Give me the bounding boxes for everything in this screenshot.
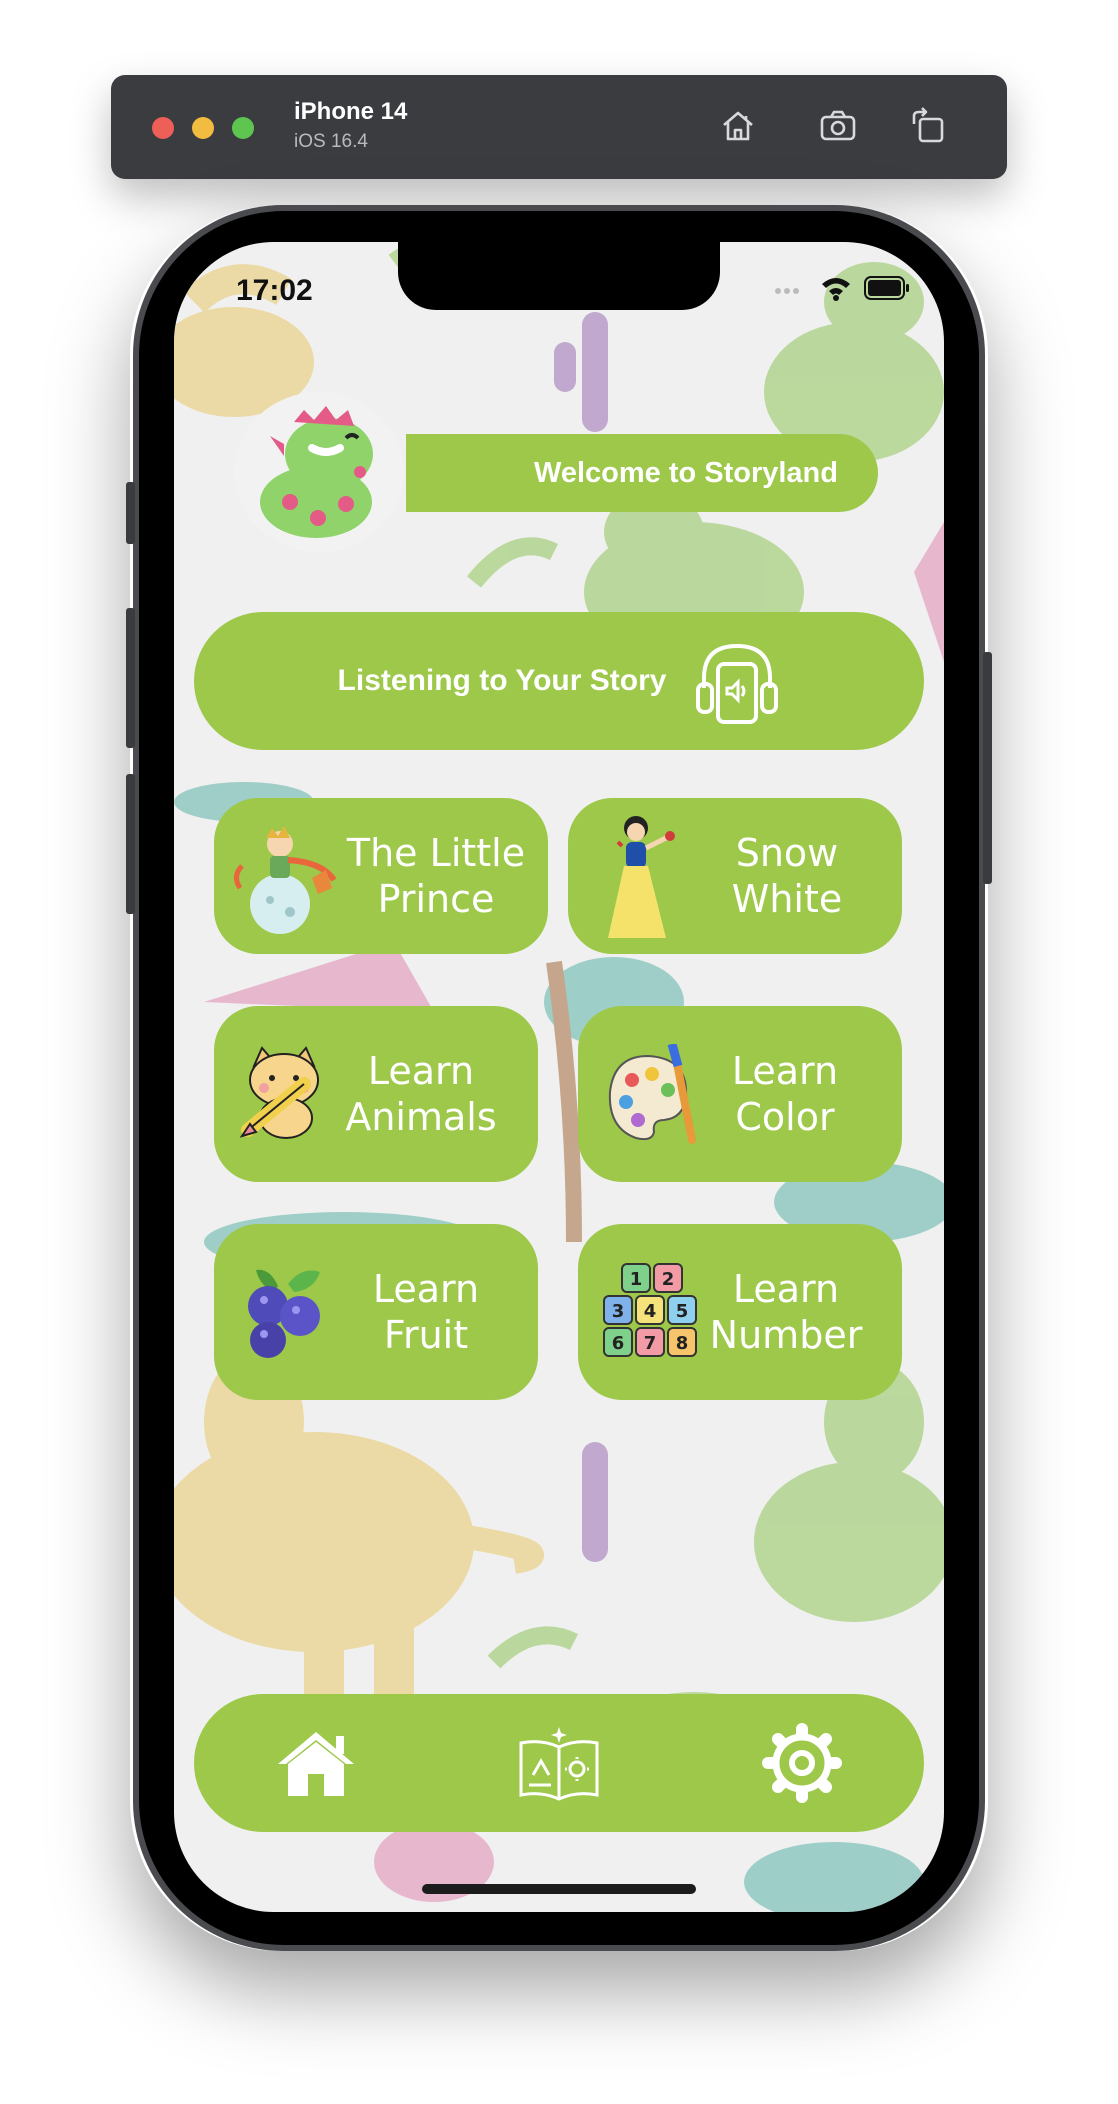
learn-number-line1: Learn <box>732 1266 840 1311</box>
snow-white-card[interactable]: Snow White <box>568 798 902 954</box>
number-block-label: 4 <box>644 1301 657 1322</box>
nav-home[interactable] <box>266 1713 366 1813</box>
dinosaur-avatar-icon <box>260 406 373 538</box>
listen-story-button[interactable]: Listening to Your Story <box>194 612 924 750</box>
learn-animals-label: Learn Animals <box>334 1048 508 1141</box>
snow-white-line1: Snow <box>735 830 839 875</box>
mute-switch <box>126 482 135 544</box>
number-block-label: 1 <box>630 1269 643 1290</box>
app-screen: 17:02 Welcome to Storyland Listening to … <box>174 242 944 1912</box>
status-time: 17:02 <box>236 274 313 307</box>
number-block: 6 <box>603 1327 633 1357</box>
story-book-icon <box>519 1727 599 1801</box>
learn-number-label: Learn Number <box>700 1266 872 1359</box>
learn-color-card[interactable]: Learn Color <box>578 1006 902 1182</box>
learn-number-line2: Number <box>709 1313 863 1357</box>
paint-palette-icon <box>608 1044 696 1144</box>
learn-animals-line1: Learn <box>367 1048 475 1093</box>
signal-icon <box>775 288 799 294</box>
rotate-button[interactable] <box>906 104 950 148</box>
little-prince-card[interactable]: The Little Prince <box>214 798 548 954</box>
number-block: 7 <box>635 1327 665 1357</box>
number-block: 4 <box>635 1295 665 1325</box>
zoom-window-button[interactable] <box>232 117 254 139</box>
home-indicator <box>422 1884 696 1894</box>
headphones-phone-icon <box>696 643 779 724</box>
close-window-button[interactable] <box>152 117 174 139</box>
number-block: 5 <box>667 1295 697 1325</box>
learn-fruit-label: Learn Fruit <box>372 1266 480 1357</box>
learn-number-card[interactable]: 12 345 678 Learn Number <box>578 1224 902 1400</box>
number-block: 3 <box>603 1295 633 1325</box>
snow-white-label: Snow White <box>698 830 876 923</box>
dinosaur-avatar[interactable] <box>234 392 404 552</box>
number-block-label: 7 <box>644 1333 657 1354</box>
number-block-label: 2 <box>662 1269 675 1290</box>
power-button <box>983 652 992 884</box>
minimize-window-button[interactable] <box>192 117 214 139</box>
learn-color-line1: Learn <box>731 1048 839 1093</box>
wifi-icon <box>822 278 850 301</box>
volume-up-button <box>126 608 135 748</box>
snow-white-illustration <box>608 816 675 938</box>
blueberries-icon <box>248 1269 320 1358</box>
learn-color-label: Learn Color <box>698 1048 872 1141</box>
number-block-label: 8 <box>676 1333 689 1354</box>
home-icon <box>723 111 753 141</box>
device-name: iPhone 14 <box>294 98 408 125</box>
rotate-icon <box>912 107 944 143</box>
little-prince-line2: Prince <box>377 877 495 921</box>
nav-story-book[interactable] <box>509 1713 609 1813</box>
cat-pencil-icon <box>239 1046 319 1139</box>
welcome-banner: Welcome to Storyland <box>406 434 878 512</box>
number-block: 1 <box>621 1263 651 1293</box>
number-block: 2 <box>653 1263 683 1293</box>
home-icon <box>277 1732 354 1796</box>
number-blocks-icon: 1 2 3 4 5 6 7 8 <box>603 1263 697 1357</box>
little-prince-illustration <box>234 826 337 934</box>
bottom-navigation <box>194 1694 924 1832</box>
home-button[interactable] <box>716 104 760 148</box>
learn-color-line2: Color <box>735 1095 835 1139</box>
learn-animals-line2: Animals <box>345 1095 497 1139</box>
camera-notch <box>398 242 720 310</box>
number-block-label: 3 <box>612 1301 625 1322</box>
os-version: iOS 16.4 <box>294 131 368 152</box>
listen-story-label: Listening to Your Story <box>337 664 667 697</box>
nav-settings[interactable] <box>752 1713 852 1813</box>
volume-down-button <box>126 774 135 914</box>
learn-animals-card[interactable]: Learn Animals <box>214 1006 538 1182</box>
battery-icon <box>864 276 909 300</box>
little-prince-label: The Little Prince <box>342 830 530 923</box>
snow-white-line2: White <box>731 877 843 921</box>
little-prince-line1: The Little <box>346 830 526 875</box>
number-block: 8 <box>667 1327 697 1357</box>
number-block-label: 5 <box>676 1301 689 1322</box>
status-icons <box>774 272 910 304</box>
number-block-label: 6 <box>612 1333 625 1354</box>
screenshot-button[interactable] <box>816 104 860 148</box>
screenshot-icon <box>820 110 856 141</box>
settings-gear-icon <box>762 1723 843 1803</box>
learn-fruit-card[interactable]: Learn Fruit <box>214 1224 538 1400</box>
